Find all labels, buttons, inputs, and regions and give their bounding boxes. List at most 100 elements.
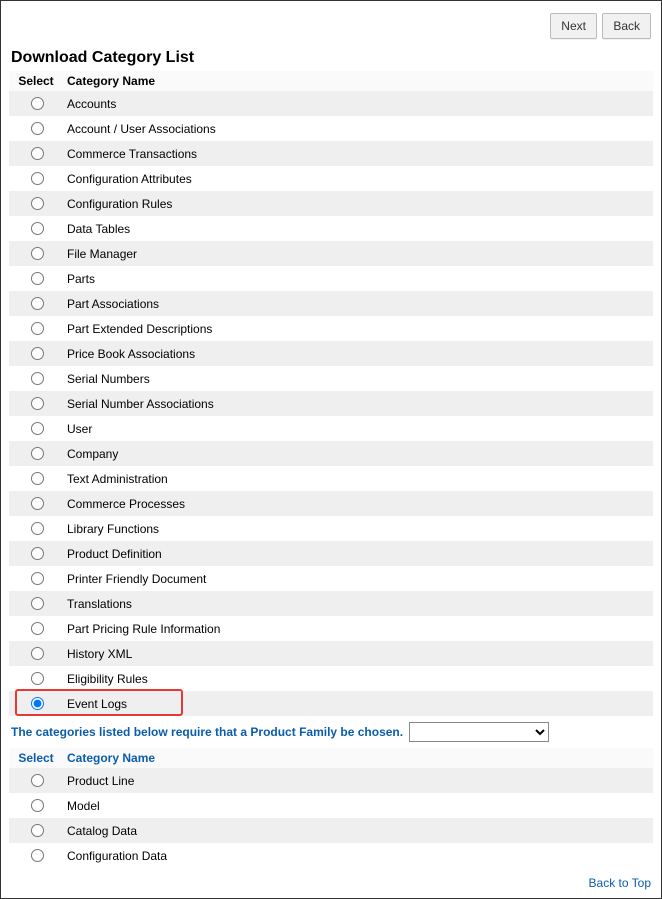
category-radio[interactable]	[31, 222, 44, 235]
table-row: Accounts	[9, 91, 653, 116]
select-cell	[9, 541, 63, 566]
table-row: Part Extended Descriptions	[9, 316, 653, 341]
category-name-cell: Eligibility Rules	[63, 666, 653, 691]
category-radio[interactable]	[31, 647, 44, 660]
category-name-cell: Serial Numbers	[63, 366, 653, 391]
page-container: Next Back Download Category List Select …	[0, 0, 662, 899]
category-name-cell: Part Pricing Rule Information	[63, 616, 653, 641]
category-name-cell: Catalog Data	[63, 818, 653, 843]
select-cell	[9, 341, 63, 366]
category-radio[interactable]	[31, 497, 44, 510]
category-radio[interactable]	[31, 447, 44, 460]
table-row: Company	[9, 441, 653, 466]
table-row: Data Tables	[9, 216, 653, 241]
select-cell	[9, 491, 63, 516]
select-cell	[9, 768, 63, 793]
table-row: History XML	[9, 641, 653, 666]
back-button[interactable]: Back	[602, 13, 651, 39]
table-row: Configuration Rules	[9, 191, 653, 216]
col-header-category: Category Name	[63, 71, 653, 91]
category-name-cell: Accounts	[63, 91, 653, 116]
category-name-cell: Commerce Processes	[63, 491, 653, 516]
select-cell	[9, 391, 63, 416]
product-category-radio[interactable]	[31, 799, 44, 812]
category-radio[interactable]	[31, 147, 44, 160]
category-radio[interactable]	[31, 572, 44, 585]
category-radio[interactable]	[31, 472, 44, 485]
category-name-cell: Data Tables	[63, 216, 653, 241]
table-row: Commerce Transactions	[9, 141, 653, 166]
category-radio[interactable]	[31, 672, 44, 685]
select-cell	[9, 616, 63, 641]
table-row: Part Associations	[9, 291, 653, 316]
product-category-radio[interactable]	[31, 849, 44, 862]
select-cell	[9, 843, 63, 868]
product-category-table: Select Category Name Product LineModelCa…	[9, 748, 653, 868]
select-cell	[9, 516, 63, 541]
table-row: User	[9, 416, 653, 441]
category-radio[interactable]	[31, 322, 44, 335]
table-row: Configuration Attributes	[9, 166, 653, 191]
category-name-cell: Part Extended Descriptions	[63, 316, 653, 341]
category-radio[interactable]	[31, 197, 44, 210]
select-cell	[9, 466, 63, 491]
table-row: File Manager	[9, 241, 653, 266]
col-header-select: Select	[9, 71, 63, 91]
select-cell	[9, 666, 63, 691]
select-cell	[9, 216, 63, 241]
table-row: Translations	[9, 591, 653, 616]
category-radio[interactable]	[31, 522, 44, 535]
select-cell	[9, 191, 63, 216]
next-button[interactable]: Next	[550, 13, 597, 39]
select-cell	[9, 266, 63, 291]
category-radio[interactable]	[31, 372, 44, 385]
select-cell	[9, 818, 63, 843]
category-radio[interactable]	[31, 172, 44, 185]
page-title: Download Category List	[11, 49, 653, 67]
table-row: Catalog Data	[9, 818, 653, 843]
select-cell	[9, 793, 63, 818]
category-name-cell: Company	[63, 441, 653, 466]
product-category-radio[interactable]	[31, 824, 44, 837]
product-family-select[interactable]	[409, 722, 549, 742]
category-radio[interactable]	[31, 97, 44, 110]
back-to-top-link[interactable]: Back to Top	[589, 876, 651, 890]
product-family-note: The categories listed below require that…	[9, 716, 653, 748]
select-cell	[9, 591, 63, 616]
table-row: Account / User Associations	[9, 116, 653, 141]
category-name-cell: Text Administration	[63, 466, 653, 491]
select-cell	[9, 91, 63, 116]
category-table: Select Category Name AccountsAccount / U…	[9, 71, 653, 716]
select-cell	[9, 241, 63, 266]
table-row: Parts	[9, 266, 653, 291]
category-name-cell: File Manager	[63, 241, 653, 266]
category-name-cell: Serial Number Associations	[63, 391, 653, 416]
category-name-cell: Product Definition	[63, 541, 653, 566]
category-name-cell: Product Line	[63, 768, 653, 793]
table-row: Configuration Data	[9, 843, 653, 868]
category-name-cell: Commerce Transactions	[63, 141, 653, 166]
table-row: Serial Number Associations	[9, 391, 653, 416]
table-row: Product Definition	[9, 541, 653, 566]
category-radio[interactable]	[31, 697, 44, 710]
product-category-radio[interactable]	[31, 774, 44, 787]
category-radio[interactable]	[31, 622, 44, 635]
table-row: Eligibility Rules	[9, 666, 653, 691]
category-list-wrap: Select Category Name AccountsAccount / U…	[9, 71, 653, 716]
category-radio[interactable]	[31, 247, 44, 260]
category-radio[interactable]	[31, 597, 44, 610]
select-cell	[9, 416, 63, 441]
category-radio[interactable]	[31, 397, 44, 410]
table-row: Model	[9, 793, 653, 818]
category-name-cell: Parts	[63, 266, 653, 291]
category-radio[interactable]	[31, 272, 44, 285]
select-cell	[9, 316, 63, 341]
category-radio[interactable]	[31, 547, 44, 560]
category-radio[interactable]	[31, 422, 44, 435]
category-radio[interactable]	[31, 122, 44, 135]
category-radio[interactable]	[31, 297, 44, 310]
category-radio[interactable]	[31, 347, 44, 360]
select-cell	[9, 116, 63, 141]
category-name-cell: Event Logs	[63, 691, 653, 716]
table-row: Part Pricing Rule Information	[9, 616, 653, 641]
